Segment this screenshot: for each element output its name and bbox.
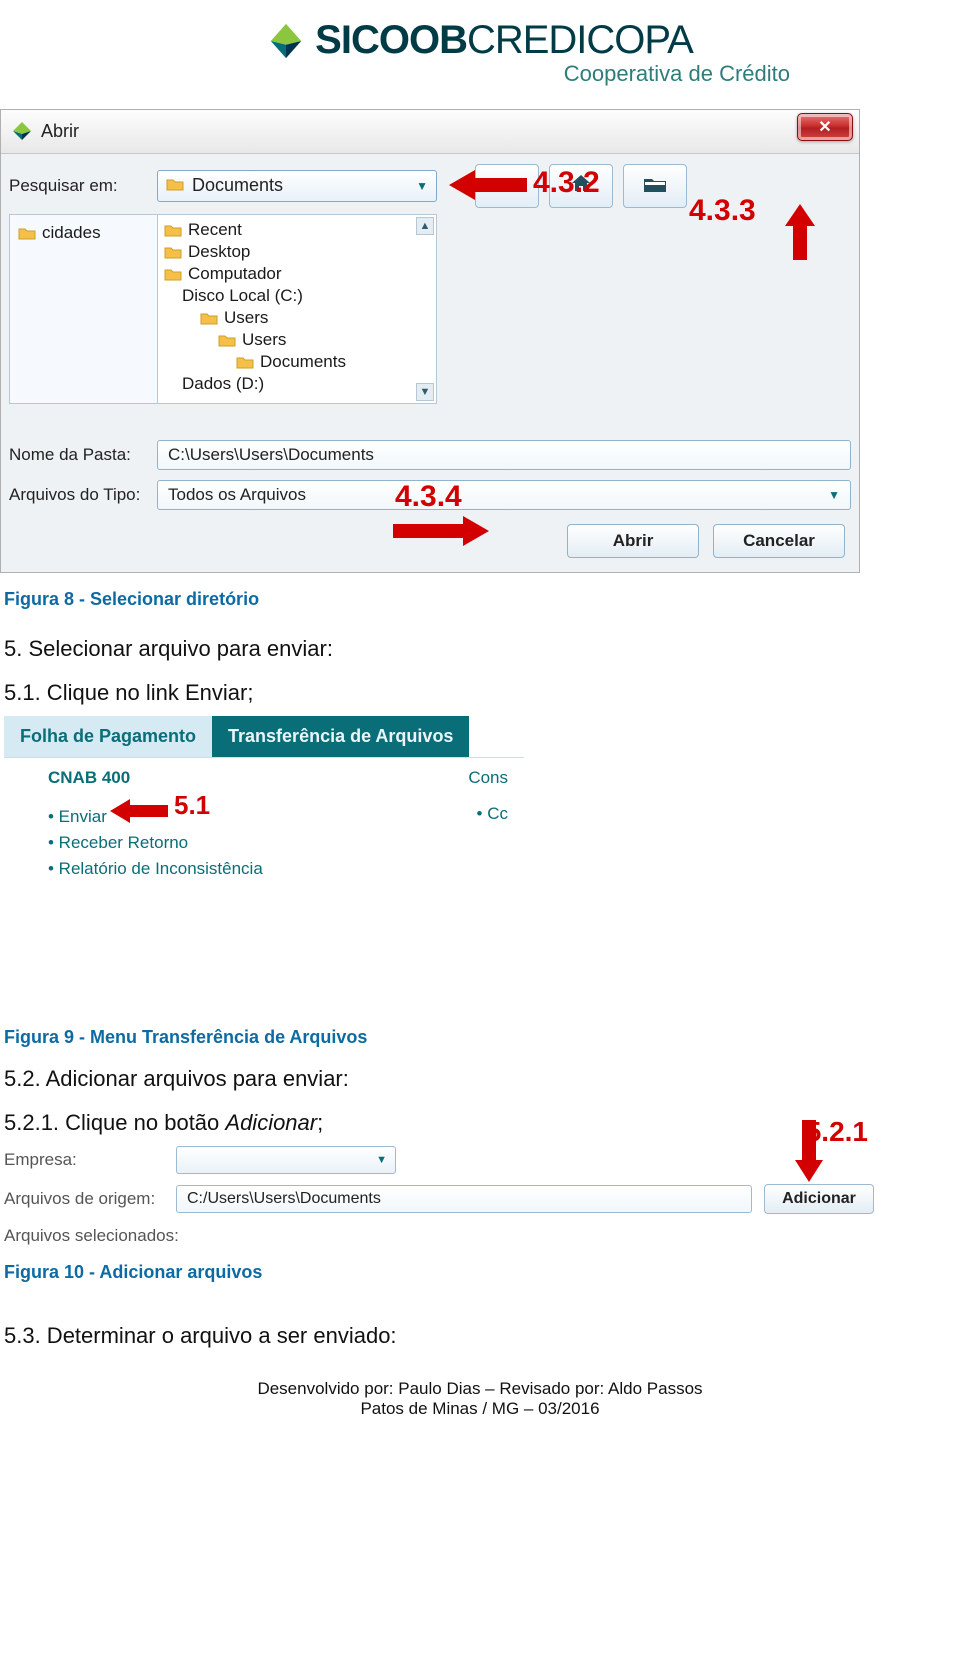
- step-5-2: 5.2. Adicionar arquivos para enviar:: [4, 1066, 960, 1092]
- search-in-combo[interactable]: Documents ▼: [157, 170, 437, 202]
- tabs-screenshot: Folha de Pagamento Transferência de Arqu…: [4, 716, 524, 907]
- empresa-combo[interactable]: ▼: [176, 1146, 396, 1174]
- file-open-dialog: Abrir ✕ Pesquisar em: Documents ▼: [0, 109, 860, 573]
- brand-name: SICOOBCREDICOPA: [315, 18, 693, 63]
- file-type-combo[interactable]: Todos os Arquivos ▼: [157, 480, 851, 510]
- callout-4-3-2: 4.3.2: [533, 166, 600, 200]
- dialog-tree[interactable]: ▲ ▼ RecentDesktopComputadorDisco Local (…: [157, 214, 437, 404]
- close-button[interactable]: ✕: [797, 113, 853, 141]
- chevron-down-icon: ▼: [376, 1154, 387, 1166]
- origem-value: C:/Users\Users\Documents: [187, 1190, 381, 1208]
- page-footer: Desenvolvido por: Paulo Dias – Revisado …: [0, 1379, 960, 1419]
- tree-item[interactable]: Users: [164, 307, 430, 329]
- folder-icon: [218, 333, 236, 347]
- callout-4-3-3: 4.3.3: [689, 194, 756, 228]
- tree-item-label: Dados (D:): [182, 374, 264, 394]
- folder-icon: [164, 267, 182, 281]
- arrow-up-icon: [783, 204, 817, 260]
- search-in-value: Documents: [192, 175, 283, 196]
- tree-item-label: Recent: [188, 220, 242, 240]
- add-files-panel: 5.2.1 Empresa: ▼ Arquivos de origem: C:/…: [4, 1146, 874, 1246]
- dialog-side-panel: cidades: [9, 214, 157, 404]
- step-5-1: 5.1. Clique no link Enviar;: [4, 680, 960, 706]
- folder-name-label: Nome da Pasta:: [9, 445, 149, 465]
- tree-item[interactable]: Documents: [164, 351, 430, 373]
- tree-item-label: Disco Local (C:): [182, 286, 303, 306]
- tree-item[interactable]: Recent: [164, 219, 430, 241]
- tab-folha[interactable]: Folha de Pagamento: [4, 716, 212, 757]
- tree-item[interactable]: Desktop: [164, 241, 430, 263]
- callout-4-3-4: 4.3.4: [395, 480, 462, 514]
- scroll-up-button[interactable]: ▲: [416, 217, 434, 235]
- figure-10-caption: Figura 10 - Adicionar arquivos: [4, 1262, 960, 1283]
- dialog-titlebar[interactable]: Abrir ✕: [1, 110, 859, 154]
- folder-icon: [200, 311, 218, 325]
- folder-name-value: C:\Users\Users\Documents: [168, 445, 374, 465]
- arrow-left-icon: [449, 168, 527, 202]
- new-folder-button[interactable]: [623, 164, 687, 208]
- dialog-title: Abrir: [41, 121, 79, 142]
- cc-link[interactable]: • Cc: [477, 804, 508, 824]
- empresa-label: Empresa:: [4, 1150, 164, 1170]
- folder-icon: [166, 175, 184, 196]
- figure-9-caption: Figura 9 - Menu Transferência de Arquivo…: [4, 1027, 960, 1048]
- tab-transferencia[interactable]: Transferência de Arquivos: [212, 716, 469, 757]
- side-item-cidades[interactable]: cidades: [16, 221, 151, 245]
- file-type-value: Todos os Arquivos: [168, 485, 306, 505]
- folder-icon: [164, 245, 182, 259]
- tree-item-label: Users: [242, 330, 286, 350]
- cons-heading: Cons: [468, 768, 508, 788]
- folder-icon: [236, 355, 254, 369]
- scroll-down-button[interactable]: ▼: [416, 383, 434, 401]
- cancel-button[interactable]: Cancelar: [713, 524, 845, 558]
- footer-line-1: Desenvolvido por: Paulo Dias – Revisado …: [0, 1379, 960, 1399]
- folder-icon: [18, 226, 36, 240]
- side-item-label: cidades: [42, 223, 101, 243]
- file-type-label: Arquivos do Tipo:: [9, 485, 149, 505]
- close-icon: ✕: [818, 117, 831, 137]
- step-5-3: 5.3. Determinar o arquivo a ser enviado:: [4, 1323, 960, 1349]
- tree-item[interactable]: Disco Local (C:): [164, 285, 430, 307]
- tree-item[interactable]: Dados (D:): [164, 373, 430, 395]
- link-receber-retorno[interactable]: • Receber Retorno: [48, 830, 508, 856]
- folder-icon: [164, 223, 182, 237]
- brand-header: SICOOBCREDICOPA Cooperativa de Crédito: [0, 0, 960, 91]
- arrow-left-icon: [110, 798, 168, 824]
- origem-label: Arquivos de origem:: [4, 1189, 164, 1209]
- chevron-down-icon: ▼: [416, 179, 428, 193]
- origem-input[interactable]: C:/Users\Users\Documents: [176, 1185, 752, 1213]
- selected-files-label: Arquivos selecionados:: [4, 1226, 874, 1246]
- adicionar-button[interactable]: Adicionar: [764, 1184, 874, 1214]
- tree-item-label: Computador: [188, 264, 282, 284]
- callout-5-1: 5.1: [174, 790, 210, 821]
- link-relatorio[interactable]: • Relatório de Inconsistência: [48, 856, 508, 882]
- open-button[interactable]: Abrir: [567, 524, 699, 558]
- tree-item-label: Desktop: [188, 242, 250, 262]
- footer-line-2: Patos de Minas / MG – 03/2016: [0, 1399, 960, 1419]
- app-mini-icon: [11, 120, 33, 142]
- brand-logo-icon: [267, 22, 305, 60]
- arrow-right-icon: [393, 514, 489, 548]
- step-5: 5. Selecionar arquivo para enviar:: [4, 636, 960, 662]
- folder-name-input[interactable]: C:\Users\Users\Documents: [157, 440, 851, 470]
- tree-item[interactable]: Computador: [164, 263, 430, 285]
- brand-subtitle: Cooperativa de Crédito: [0, 61, 790, 87]
- new-folder-icon: [642, 172, 668, 200]
- arrow-down-icon: [794, 1120, 824, 1182]
- figure-8-caption: Figura 8 - Selecionar diretório: [4, 589, 960, 610]
- chevron-down-icon: ▼: [828, 488, 840, 502]
- tree-item-label: Documents: [260, 352, 346, 372]
- tree-item-label: Users: [224, 308, 268, 328]
- search-in-label: Pesquisar em:: [9, 176, 149, 196]
- cnab-heading: CNAB 400: [48, 768, 130, 788]
- tree-item[interactable]: Users: [164, 329, 430, 351]
